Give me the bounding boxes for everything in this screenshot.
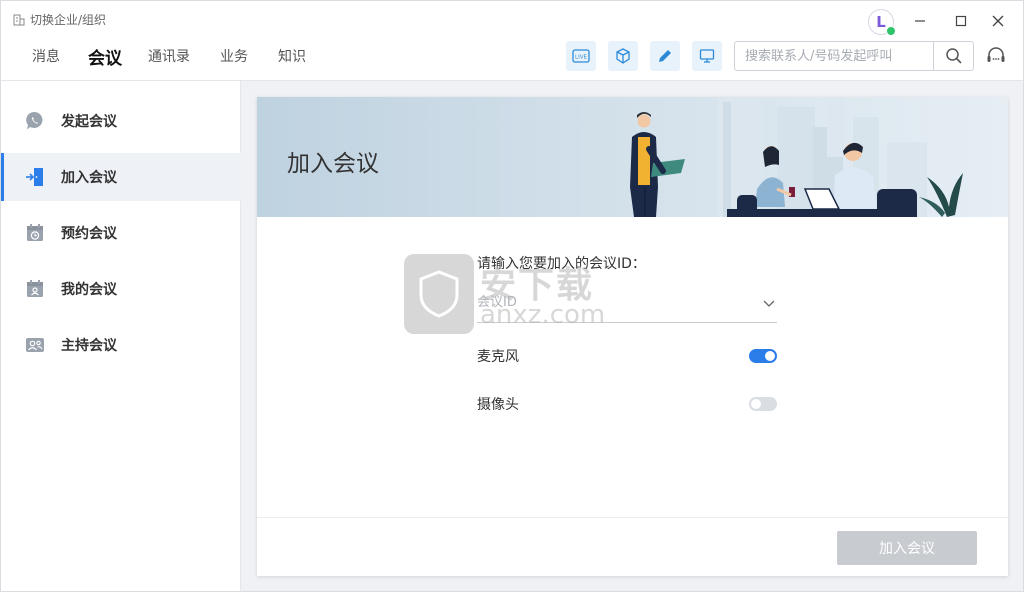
tab-contacts[interactable]: 通讯录	[148, 46, 190, 66]
meeting-id-input[interactable]	[477, 295, 761, 310]
main-area: 加入会议 请输入您要加入的会议ID： 会议ID 麦克风 摄像头 加入会议	[241, 81, 1024, 592]
minimize-button[interactable]	[910, 11, 930, 31]
tab-business[interactable]: 业务	[220, 46, 248, 66]
host-people-icon	[25, 335, 45, 355]
chevron-down-icon[interactable]	[761, 295, 777, 311]
join-meeting-button[interactable]: 加入会议	[837, 531, 977, 565]
sidebar-item-host-meeting[interactable]: 主持会议	[1, 321, 241, 369]
org-switch[interactable]: 切换企业/组织	[13, 11, 106, 28]
card-footer: 加入会议	[257, 517, 1008, 576]
sidebar-item-label: 加入会议	[61, 170, 117, 186]
sidebar-item-label: 发起会议	[61, 114, 117, 130]
minimize-icon	[915, 20, 925, 22]
toggle-knob	[765, 351, 775, 361]
sidebar-item-my-meetings[interactable]: 我的会议	[1, 265, 241, 313]
microphone-row: 麦克风	[477, 346, 777, 366]
headset-icon[interactable]	[985, 45, 1007, 67]
pencil-icon	[659, 50, 671, 62]
avatar[interactable]: L	[868, 9, 896, 36]
calendar-clock-icon	[25, 223, 45, 243]
svg-text:LIVE: LIVE	[575, 55, 587, 61]
online-status-icon	[886, 26, 896, 36]
maximize-button[interactable]	[951, 11, 971, 31]
building-icon	[13, 14, 25, 25]
title-bar: 切换企业/组织 L	[0, 0, 1024, 38]
calendar-person-icon	[25, 279, 45, 299]
search-icon	[945, 48, 962, 64]
cube-icon	[616, 48, 630, 64]
sidebar-item-start-meeting[interactable]: 发起会议	[1, 97, 241, 145]
close-icon	[992, 15, 1004, 27]
org-switch-label: 切换企业/组织	[30, 13, 107, 27]
meeting-id-prompt: 请输入您要加入的会议ID：	[477, 256, 646, 272]
monitor-button[interactable]	[692, 41, 722, 71]
sidebar-item-label: 预约会议	[61, 226, 117, 242]
microphone-toggle[interactable]	[749, 349, 777, 363]
tab-messages[interactable]: 消息	[32, 46, 60, 66]
search-button[interactable]	[933, 42, 973, 70]
live-icon: LIVE	[572, 49, 590, 63]
enter-door-icon	[25, 167, 45, 187]
banner: 加入会议	[257, 97, 1008, 217]
close-button[interactable]	[988, 11, 1008, 31]
pencil-button[interactable]	[650, 41, 680, 71]
join-meeting-card: 加入会议 请输入您要加入的会议ID： 会议ID 麦克风 摄像头 加入会议	[257, 97, 1008, 576]
sidebar: 发起会议 加入会议 预约会议 我的会议 主持会议	[0, 81, 241, 592]
live-button[interactable]: LIVE	[566, 41, 596, 71]
sidebar-item-join-meeting[interactable]: 加入会议	[1, 153, 241, 201]
camera-row: 摄像头	[477, 394, 777, 414]
meeting-id-field[interactable]	[477, 283, 777, 323]
sidebar-item-label: 主持会议	[61, 338, 117, 354]
microphone-label: 麦克风	[477, 349, 519, 365]
search-input[interactable]	[735, 42, 933, 70]
office-illustration	[630, 97, 963, 217]
join-form: 请输入您要加入的会议ID： 麦克风 摄像头	[477, 253, 777, 413]
camera-toggle[interactable]	[749, 397, 777, 411]
phone-bubble-icon	[25, 111, 45, 131]
cube-button[interactable]	[608, 41, 638, 71]
search-box	[734, 41, 974, 71]
sidebar-item-schedule-meeting[interactable]: 预约会议	[1, 209, 241, 257]
sidebar-item-label: 我的会议	[61, 282, 117, 298]
tab-knowledge[interactable]: 知识	[278, 46, 306, 66]
page-title: 加入会议	[287, 151, 379, 177]
avatar-letter: L	[876, 13, 886, 31]
maximize-icon	[955, 15, 967, 27]
toggle-knob	[751, 399, 761, 409]
camera-label: 摄像头	[477, 397, 519, 413]
top-nav: 消息 会议 通讯录 业务 知识 LIVE	[0, 38, 1024, 81]
tab-meetings[interactable]: 会议	[88, 44, 122, 69]
monitor-icon	[699, 49, 715, 63]
